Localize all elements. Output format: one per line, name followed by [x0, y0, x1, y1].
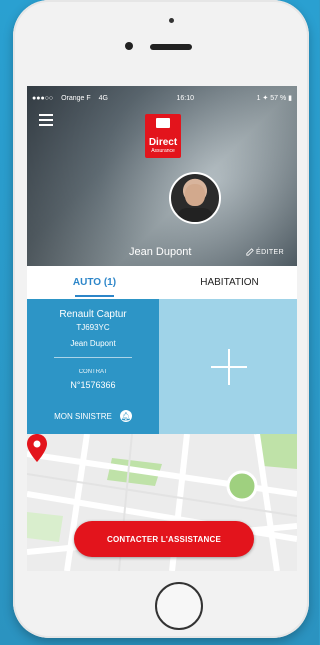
home-button[interactable] [155, 582, 203, 630]
logo-subtitle: Assurance [151, 148, 175, 154]
header-photo [27, 86, 297, 266]
profile-header: ●●●○○ Orange F 4G 16:10 1 ✦ 57 % ▮ Direc… [27, 86, 297, 266]
card-divider [54, 357, 132, 358]
avatar-shirt [177, 208, 213, 222]
vehicle-card[interactable]: Renault Captur TJ693YC Jean Dupont CONTR… [27, 299, 159, 434]
status-time: 16:10 [176, 94, 195, 102]
pencil-icon [246, 248, 254, 256]
vehicle-plate: TJ693YC [76, 323, 110, 332]
vehicle-model: Renault Captur [59, 309, 127, 320]
tab-bar: AUTO (1) HABITATION [27, 266, 297, 300]
claim-label: MON SINISTRE [54, 411, 112, 421]
contact-assistance-button[interactable]: CONTACTER L'ASSISTANCE [74, 521, 254, 557]
status-left: ●●●○○ Orange F 4G [32, 95, 114, 102]
tab-habitation[interactable]: HABITATION [162, 266, 297, 299]
plus-icon [211, 349, 247, 385]
carrier-label: Orange F [61, 94, 91, 102]
contract-label: CONTRAT [78, 369, 108, 375]
hamburger-menu-icon[interactable] [39, 114, 53, 126]
network-label: 4G [98, 94, 108, 102]
status-right: 1 ✦ 57 % ▮ [256, 95, 292, 102]
avatar-face [185, 184, 205, 206]
front-sensor [169, 18, 174, 23]
front-camera [125, 42, 133, 50]
edit-label: ÉDITER [256, 248, 285, 256]
app-screen: ●●●○○ Orange F 4G 16:10 1 ✦ 57 % ▮ Direc… [27, 86, 297, 571]
logo-brand: Direct [148, 137, 178, 148]
contract-cards: Renault Captur TJ693YC Jean Dupont CONTR… [27, 299, 297, 434]
signal-icon: ●●●○○ [32, 94, 54, 102]
bell-icon: 🔔︎ [119, 410, 132, 422]
location-pin-icon [27, 434, 47, 462]
my-claim-button[interactable]: MON SINISTRE 🔔︎ [27, 410, 159, 422]
status-bar: ●●●○○ Orange F 4G 16:10 1 ✦ 57 % ▮ [32, 92, 292, 104]
add-contract-card[interactable] [159, 299, 297, 434]
brand-logo: Direct Assurance [145, 114, 181, 158]
vehicle-owner: Jean Dupont [70, 339, 116, 348]
edit-profile-button[interactable]: ÉDITER [246, 248, 284, 256]
avatar[interactable] [169, 172, 221, 224]
contract-number: N°1576366 [70, 380, 116, 390]
earpiece-speaker [150, 44, 192, 50]
user-name: Jean Dupont [129, 246, 192, 258]
tab-auto[interactable]: AUTO (1) [27, 266, 162, 299]
logo-mark-icon [156, 118, 170, 128]
